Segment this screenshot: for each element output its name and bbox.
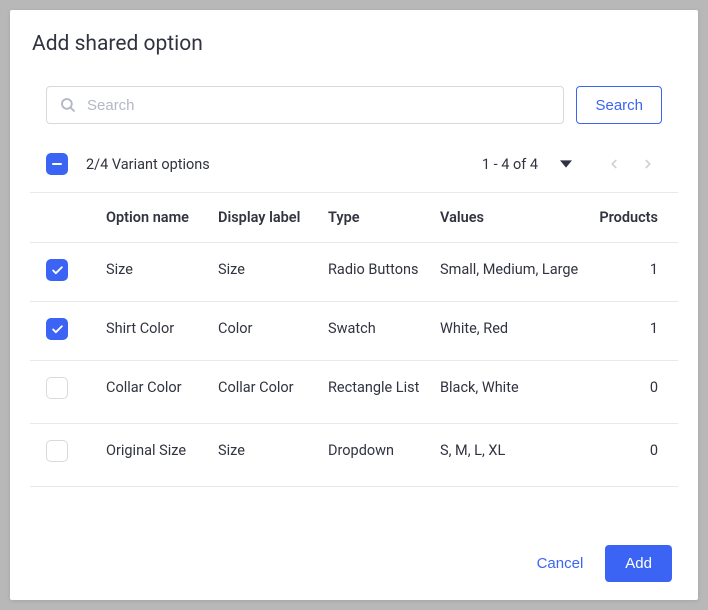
products-cell: 1 [588,243,678,302]
type-cell: Dropdown [322,424,434,487]
row-checkbox[interactable] [46,377,68,399]
values-cell: Small, Medium, Large [434,243,588,302]
type-cell: Radio Buttons [322,243,434,302]
col-values: Values [434,193,588,243]
chevron-right-icon [641,157,655,171]
display-label-cell: Size [212,424,322,487]
check-icon [51,323,64,336]
selection-summary: 2/4 Variant options [86,156,210,173]
col-products: Products [588,193,678,243]
display-label-cell: Collar Color [212,361,322,424]
display-label-cell: Size [212,243,322,302]
col-option-name: Option name [100,193,212,243]
row-checkbox[interactable] [46,440,68,462]
options-table: Option name Display label Type Values Pr… [30,192,678,487]
pagination-label: 1 - 4 of 4 [482,156,538,173]
search-input[interactable] [87,97,551,114]
table-row: Shirt ColorColorSwatchWhite, Red1 [30,302,678,361]
products-cell: 0 [588,361,678,424]
table-row: SizeSizeRadio ButtonsSmall, Medium, Larg… [30,243,678,302]
chevron-left-icon [607,157,621,171]
modal-footer: Cancel Add [30,521,678,582]
values-cell: S, M, L, XL [434,424,588,487]
type-cell: Swatch [322,302,434,361]
option-name-cell: Collar Color [100,361,212,424]
values-cell: White, Red [434,302,588,361]
table-toolbar: 2/4 Variant options 1 - 4 of 4 [30,150,678,192]
search-button[interactable]: Search [576,86,662,124]
products-cell: 1 [588,302,678,361]
add-button[interactable]: Add [605,545,672,582]
values-cell: Black, White [434,361,588,424]
type-cell: Rectangle List [322,361,434,424]
search-box[interactable] [46,86,564,124]
modal-title: Add shared option [30,32,678,56]
caret-down-icon [560,158,572,170]
row-checkbox[interactable] [46,259,68,281]
select-all-checkbox[interactable] [46,153,68,175]
display-label-cell: Color [212,302,322,361]
check-icon [51,264,64,277]
products-cell: 0 [588,424,678,487]
option-name-cell: Original Size [100,424,212,487]
table-row: Collar ColorCollar ColorRectangle ListBl… [30,361,678,424]
cancel-button[interactable]: Cancel [537,555,584,572]
option-name-cell: Size [100,243,212,302]
add-shared-option-modal: Add shared option Search 2/4 Variant opt… [10,10,698,600]
search-row: Search [30,86,678,124]
col-type: Type [322,193,434,243]
search-icon [59,96,77,114]
table-row: Original SizeSizeDropdownS, M, L, XL0 [30,424,678,487]
page-size-dropdown[interactable] [552,150,580,178]
next-page-button[interactable] [634,150,662,178]
table-header-row: Option name Display label Type Values Pr… [30,193,678,243]
row-checkbox[interactable] [46,318,68,340]
option-name-cell: Shirt Color [100,302,212,361]
prev-page-button[interactable] [600,150,628,178]
col-display-label: Display label [212,193,322,243]
